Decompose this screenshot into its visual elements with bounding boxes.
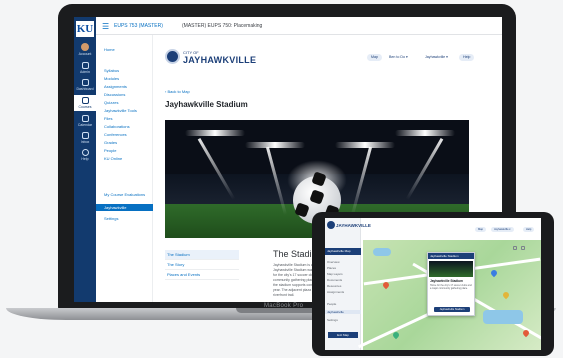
- map-zoom-icon[interactable]: [513, 246, 517, 250]
- course-nav-home[interactable]: Home: [104, 47, 115, 52]
- global-nav-help[interactable]: Help: [74, 149, 96, 161]
- course-nav-jayhawkville-tools[interactable]: Jayhawkville Tools: [104, 108, 137, 113]
- global-nav-courses[interactable]: Courses: [74, 95, 96, 111]
- course-nav-evaluations[interactable]: My Course Evaluations: [104, 192, 145, 197]
- inbox-icon: [81, 132, 89, 139]
- page-title: Jayhawkville Stadium: [165, 100, 248, 109]
- course-nav-people[interactable]: People: [104, 148, 116, 153]
- popup-button[interactable]: Jayhawkville Stadium: [434, 307, 470, 312]
- jayhawkville-map[interactable]: Jayhawkville Stadium Jayhawkville Stadiu…: [357, 240, 541, 350]
- course-nav-assignments[interactable]: Assignments: [104, 84, 127, 89]
- dashboard-icon: [81, 79, 89, 86]
- exit-map-button[interactable]: Exit Map: [328, 332, 358, 338]
- global-nav-calendar[interactable]: Calendar: [74, 115, 96, 127]
- global-nav-dashboard[interactable]: Dashboard: [74, 79, 96, 91]
- tablet-nav-item[interactable]: Places: [327, 266, 336, 270]
- course-nav-settings[interactable]: Settings: [104, 216, 118, 221]
- ball-patch: [311, 171, 327, 187]
- logo-title: JAYHAWKVILLE: [183, 55, 257, 65]
- map-pin-icon[interactable]: [489, 268, 499, 278]
- device-label: MacBook Pro: [264, 303, 304, 309]
- back-to-map-link[interactable]: ‹ Back to Map: [165, 89, 190, 94]
- course-nav-collaborations[interactable]: Collaborations: [104, 124, 130, 129]
- course-nav-files[interactable]: Files: [104, 116, 112, 121]
- ball-patch: [309, 189, 325, 205]
- tablet-logo-title: JAYHAWKVILLE: [336, 223, 371, 228]
- toc-item[interactable]: The Story: [165, 260, 239, 270]
- popup-image: [429, 261, 473, 277]
- popup-text: Home for the city's 17 soccer clubs and …: [430, 284, 472, 290]
- book-icon: [81, 97, 89, 104]
- tablet-nav-item-active[interactable]: Jayhawkville: [325, 310, 361, 314]
- course-nav-jayhawkville[interactable]: Jayhawkville: [96, 204, 153, 211]
- map-pin-icon[interactable]: [381, 280, 391, 290]
- hamburger-menu-icon[interactable]: ☰: [102, 22, 109, 31]
- floodlight: [245, 142, 305, 148]
- top-bar: ☰ EUPS 753 (MASTER) (MASTER) EUPS 750: P…: [96, 17, 502, 35]
- tablet-sidebar: JAYHAWKVILLE Jayhawkville Map Overview P…: [325, 218, 371, 350]
- tablet-nav-item[interactable]: Assignments: [327, 290, 344, 294]
- course-nav-quizzes[interactable]: Quizzes: [104, 100, 118, 105]
- map-water: [373, 248, 391, 256]
- global-nav-account[interactable]: Account: [74, 43, 96, 56]
- tablet-nav-item[interactable]: Documents: [327, 278, 342, 282]
- toc-item[interactable]: Places and Events: [165, 270, 239, 280]
- jayhawkville-seal-icon: [327, 221, 335, 229]
- tablet-screen: JAYHAWKVILLE Jayhawkville Map Overview P…: [325, 218, 541, 350]
- help-icon: [81, 149, 89, 156]
- tablet-nav-item[interactable]: Map Layers: [327, 272, 343, 276]
- avatar: [81, 43, 89, 51]
- floodlight: [185, 130, 245, 136]
- tablet-nav-active[interactable]: Jayhawkville Map: [325, 248, 361, 255]
- product-mockup: KU Account Admin Dashboard Courses Calen…: [0, 0, 563, 358]
- floodlight: [395, 130, 455, 136]
- shield-icon: [81, 62, 89, 69]
- course-nav-syllabus[interactable]: Syllabus: [104, 68, 119, 73]
- breadcrumb-course[interactable]: EUPS 753 (MASTER): [114, 23, 163, 29]
- popup-title: Jayhawkville Stadium: [428, 253, 474, 259]
- course-nav-conferences[interactable]: Conferences: [104, 132, 127, 137]
- map-popup: Jayhawkville Stadium Jayhawkville Stadiu…: [427, 252, 475, 316]
- map-water: [483, 310, 523, 324]
- course-nav-ku-online[interactable]: KU Online: [104, 156, 122, 161]
- jayhawkville-seal-icon: [165, 49, 180, 64]
- tablet-pill-help[interactable]: Help: [523, 227, 535, 232]
- course-nav-modules[interactable]: Modules: [104, 76, 119, 81]
- global-nav-admin[interactable]: Admin: [74, 62, 96, 74]
- tablet-pill-map[interactable]: Map: [475, 227, 487, 232]
- pill-map[interactable]: Map: [367, 54, 382, 61]
- calendar-icon: [81, 115, 89, 122]
- tablet-nav-item[interactable]: Resources: [327, 284, 341, 288]
- breadcrumb-page: (MASTER) EUPS 750: Placemaking: [182, 23, 263, 29]
- course-nav-grades[interactable]: Grades: [104, 140, 117, 145]
- map-pin-icon[interactable]: [391, 330, 401, 340]
- map-pin-icon[interactable]: [501, 290, 511, 300]
- pill-ben-to-do[interactable]: Ben to Do ▾: [385, 54, 412, 61]
- tablet-nav-item[interactable]: People: [327, 302, 336, 306]
- tablet-nav-item[interactable]: Overview: [327, 260, 340, 264]
- map-layers-icon[interactable]: [521, 246, 525, 250]
- global-nav-inbox[interactable]: Inbox: [74, 132, 96, 144]
- ku-logo[interactable]: KU: [76, 21, 94, 37]
- tablet-pill-jayhawkville[interactable]: Jayhawkville ▾: [491, 227, 514, 232]
- global-navigation: KU Account Admin Dashboard Courses Calen…: [74, 17, 96, 302]
- tablet-nav-item[interactable]: Settings: [327, 318, 338, 322]
- course-navigation: Home Syllabus Modules Assignments Discus…: [96, 35, 153, 302]
- toc-item[interactable]: The Stadium: [165, 250, 239, 260]
- pill-jayhawkville[interactable]: Jayhawkville ▾: [421, 54, 452, 61]
- pill-help[interactable]: Help: [459, 54, 475, 61]
- course-nav-discussions[interactable]: Discussions: [104, 92, 125, 97]
- table-of-contents: The Stadium The Story Places and Events: [165, 250, 239, 280]
- floodlight: [335, 142, 395, 148]
